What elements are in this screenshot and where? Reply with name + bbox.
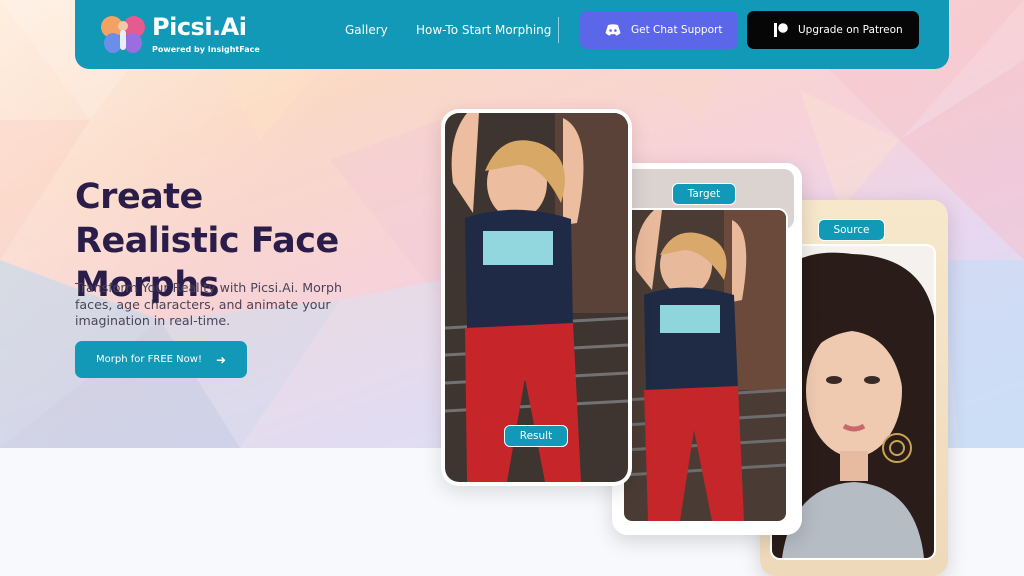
target-image[interactable] bbox=[622, 208, 788, 523]
morph-free-label: Morph for FREE Now! bbox=[96, 354, 202, 365]
target-label: Target bbox=[672, 183, 736, 205]
morph-free-button[interactable]: Morph for FREE Now! ➜ bbox=[75, 341, 247, 378]
nav-divider bbox=[558, 17, 559, 43]
discord-icon bbox=[605, 24, 621, 36]
site-header: Picsi.Ai Powered by InsightFace Gallery … bbox=[75, 0, 949, 69]
butterfly-logo-icon bbox=[101, 16, 145, 53]
result-label: Result bbox=[504, 425, 568, 447]
powered-by-text: Powered by InsightFace bbox=[152, 45, 260, 54]
patreon-upgrade-button[interactable]: Upgrade on Patreon bbox=[747, 11, 919, 49]
patreon-upgrade-label: Upgrade on Patreon bbox=[798, 24, 903, 36]
logo[interactable]: Picsi.Ai Powered by InsightFace bbox=[100, 12, 260, 56]
hero-subtitle: Transform Your Reality with Picsi.Ai. Mo… bbox=[75, 280, 342, 328]
arrow-right-icon: ➜ bbox=[215, 352, 227, 367]
chat-support-label: Get Chat Support bbox=[631, 24, 723, 36]
target-woman-photo bbox=[624, 210, 786, 521]
patreon-icon bbox=[774, 23, 788, 37]
nav-gallery-link[interactable]: Gallery bbox=[345, 22, 388, 38]
source-label: Source bbox=[818, 219, 885, 241]
nav-how-to-link[interactable]: How-To Start Morphing bbox=[416, 22, 551, 38]
brand-name: Picsi.Ai bbox=[152, 13, 247, 41]
chat-support-button[interactable]: Get Chat Support bbox=[580, 11, 738, 49]
